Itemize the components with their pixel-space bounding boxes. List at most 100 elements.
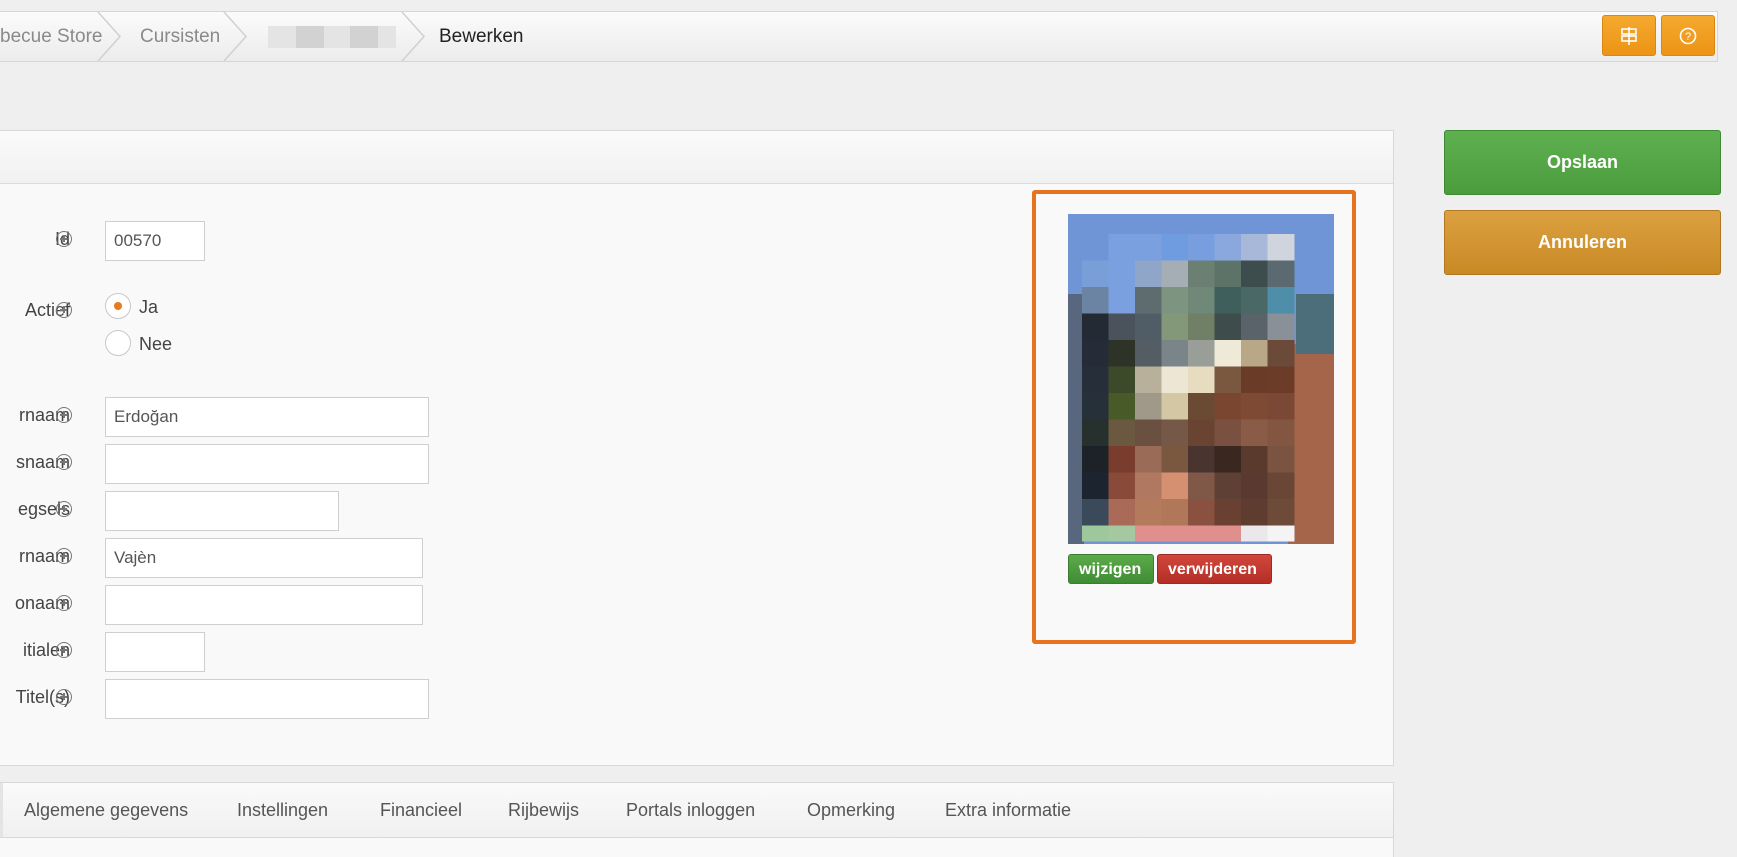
photo-pixel — [1135, 313, 1162, 341]
photo-pixel — [1082, 525, 1109, 542]
save-button[interactable]: Opslaan — [1444, 130, 1721, 195]
photo-pixel — [1161, 313, 1189, 341]
pixelated-photo-image — [1068, 214, 1334, 544]
tab-separator — [0, 783, 3, 837]
photo-pixel — [1214, 419, 1242, 447]
help-button[interactable]: ? — [1661, 15, 1715, 56]
photo-pixel — [1082, 234, 1109, 261]
photo-pixel — [1267, 419, 1295, 447]
photo-pixel — [1241, 287, 1268, 314]
photo-pixel — [1241, 419, 1268, 447]
photo-pixel — [1241, 234, 1268, 261]
geboortenaam-field[interactable] — [105, 585, 423, 625]
tab-content-area — [0, 838, 1394, 857]
tab-opmerking[interactable]: Opmerking — [807, 783, 895, 837]
add-info-icon[interactable] — [56, 595, 72, 611]
tab-rijbewijs[interactable]: Rijbewijs — [508, 783, 579, 837]
breadcrumb-separator-icon — [223, 12, 248, 61]
voornaam-field[interactable] — [105, 444, 429, 484]
panel-header — [0, 131, 1393, 184]
photo-pixel — [1082, 419, 1109, 447]
photo-pixel — [1161, 446, 1189, 473]
actief-option-ja[interactable]: Ja — [139, 297, 158, 318]
photo-pixel — [1241, 260, 1268, 288]
photo-pixel — [1161, 472, 1189, 500]
initialen-field[interactable] — [105, 632, 205, 672]
photo-pixel — [1082, 472, 1109, 500]
photo-pixel — [1241, 313, 1268, 341]
titels-field[interactable] — [105, 679, 429, 719]
photo-pixel — [1214, 499, 1242, 526]
photo-pixel — [1108, 340, 1136, 367]
actief-radio-ja[interactable] — [105, 293, 131, 319]
photo-pixel — [1267, 313, 1295, 341]
tab-financieel[interactable]: Financieel — [380, 783, 462, 837]
signpost-icon — [1621, 27, 1637, 45]
breadcrumb-item-bewerken: Bewerken — [439, 26, 524, 47]
add-info-icon[interactable] — [56, 407, 72, 423]
photo-pixel — [1135, 525, 1162, 542]
breadcrumb-separator-icon — [97, 12, 122, 61]
photo-pixel — [1241, 340, 1268, 367]
photo-pixel — [1241, 446, 1268, 473]
photo-pixel — [1108, 525, 1136, 542]
photo-pixel — [1214, 366, 1242, 394]
tussenvoegsels-field[interactable] — [105, 491, 339, 531]
achternaam-field[interactable]: Vajèn — [105, 538, 423, 578]
photo-pixel — [1267, 472, 1295, 500]
photo-pixel — [1214, 340, 1242, 367]
photo-pixel — [1267, 393, 1295, 420]
breadcrumb-item-store[interactable]: becue Store — [0, 12, 102, 61]
breadcrumb-bar: becue Store Cursisten Bewerken ? — [0, 11, 1718, 62]
photo-pixel — [1214, 525, 1242, 542]
photo-pixel — [1135, 287, 1162, 314]
breadcrumb-item-cursisten[interactable]: Cursisten — [140, 12, 220, 61]
add-info-icon[interactable] — [56, 689, 72, 705]
photo-pixel — [1214, 472, 1242, 500]
photo-pixel — [1161, 234, 1189, 261]
actief-option-nee[interactable]: Nee — [139, 334, 172, 355]
roepnaam-field[interactable]: Erdoğan — [105, 397, 429, 437]
breadcrumb-item-redacted[interactable] — [268, 26, 396, 48]
photo-pixel — [1241, 499, 1268, 526]
id-field[interactable]: 00570 — [105, 221, 205, 261]
add-info-icon[interactable] — [56, 302, 72, 318]
tab-extra-informatie[interactable]: Extra informatie — [945, 783, 1071, 837]
photo-pixel — [1135, 446, 1162, 473]
change-photo-button[interactable]: wijzigen — [1068, 554, 1154, 584]
photo-pixel — [1108, 419, 1136, 447]
add-info-icon[interactable] — [56, 501, 72, 517]
profile-photo — [1068, 214, 1334, 544]
photo-pixel — [1214, 287, 1242, 314]
cancel-button[interactable]: Annuleren — [1444, 210, 1721, 275]
photo-pixel — [1188, 260, 1215, 288]
delete-photo-button[interactable]: verwijderen — [1157, 554, 1272, 584]
add-info-icon[interactable] — [56, 548, 72, 564]
tab-instellingen[interactable]: Instellingen — [237, 783, 328, 837]
svg-text:?: ? — [1685, 31, 1691, 43]
photo-pixel — [1188, 419, 1215, 447]
photo-pixel — [1241, 525, 1268, 542]
photo-pixel — [1082, 313, 1109, 341]
actief-radio-nee[interactable] — [105, 330, 131, 356]
tab-algemene-gegevens[interactable]: Algemene gegevens — [24, 783, 188, 837]
photo-pixel — [1241, 393, 1268, 420]
photo-pixel — [1108, 260, 1136, 288]
add-info-icon[interactable] — [56, 231, 72, 247]
add-info-icon[interactable] — [56, 454, 72, 470]
photo-pixel — [1267, 499, 1295, 526]
photo-pixel — [1161, 260, 1189, 288]
photo-pixel — [1188, 313, 1215, 341]
photo-pixel — [1241, 472, 1268, 500]
photo-pixel — [1108, 446, 1136, 473]
photo-pixel — [1108, 499, 1136, 526]
tab-portals-inloggen[interactable]: Portals inloggen — [626, 783, 755, 837]
add-info-icon[interactable] — [56, 642, 72, 658]
photo-pixel — [1135, 366, 1162, 394]
photo-pixel — [1082, 260, 1109, 288]
photo-pixel — [1267, 260, 1295, 288]
signpost-button[interactable] — [1602, 15, 1656, 56]
photo-pixel — [1214, 313, 1242, 341]
photo-pixel — [1108, 393, 1136, 420]
photo-pixel — [1108, 287, 1136, 314]
